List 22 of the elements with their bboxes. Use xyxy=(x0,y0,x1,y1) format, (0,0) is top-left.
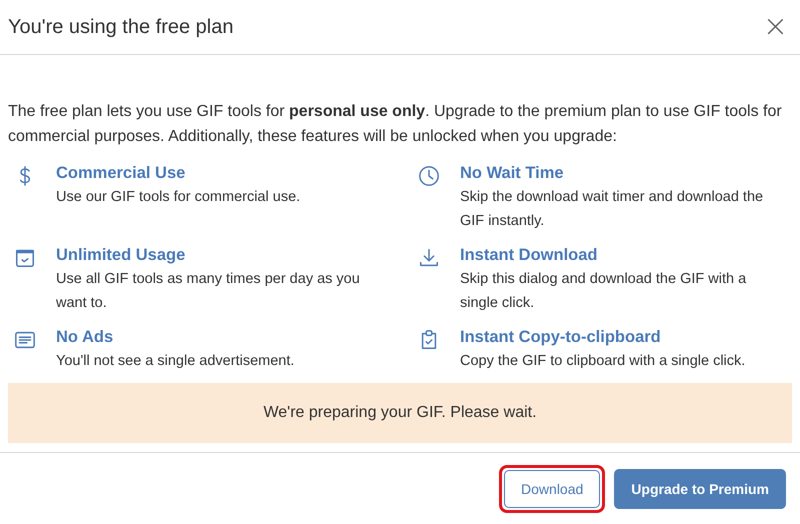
document-icon xyxy=(14,329,36,351)
download-icon xyxy=(418,247,440,269)
feature-title: Unlimited Usage xyxy=(56,245,186,266)
calendar-icon xyxy=(14,247,36,269)
feature-title: Instant Copy-to-clipboard xyxy=(460,327,662,348)
feature-description: Use all GIF tools as many times per day as you want to. xyxy=(56,270,361,313)
feature-description: Skip this dialog and download the GIF with a single click. xyxy=(460,270,748,313)
feature-title: No Ads xyxy=(56,327,114,348)
clock-icon xyxy=(418,165,440,187)
feature-title: Commercial Use xyxy=(56,163,186,184)
feature-description: Skip the download wait timer and download the GIF instantly. xyxy=(460,188,764,231)
intro-text: The free plan lets you use GIF tools for personal use only. Upgrade to the premium plan to use GIF tools for commercial purposes. Additionally, these features will be unlocked when you upgrade: xyxy=(8,102,783,147)
notice-banner: We're preparing your GIF. Please wait. xyxy=(8,383,792,443)
feature-title: Instant Download xyxy=(460,245,598,266)
feature-description: Copy the GIF to clipboard with a single click. xyxy=(460,352,746,371)
feature-title: No Wait Time xyxy=(460,163,565,184)
dialog-title: You're using the free plan xyxy=(8,16,234,38)
feature-description: You'll not see a single advertisement. xyxy=(56,352,294,371)
download-button[interactable]: Download xyxy=(504,470,600,508)
upgrade-button[interactable]: Upgrade to Premium xyxy=(614,468,786,508)
close-button[interactable]: × xyxy=(758,12,792,42)
feature-description: Use our GIF tools for commercial use. xyxy=(56,188,300,207)
